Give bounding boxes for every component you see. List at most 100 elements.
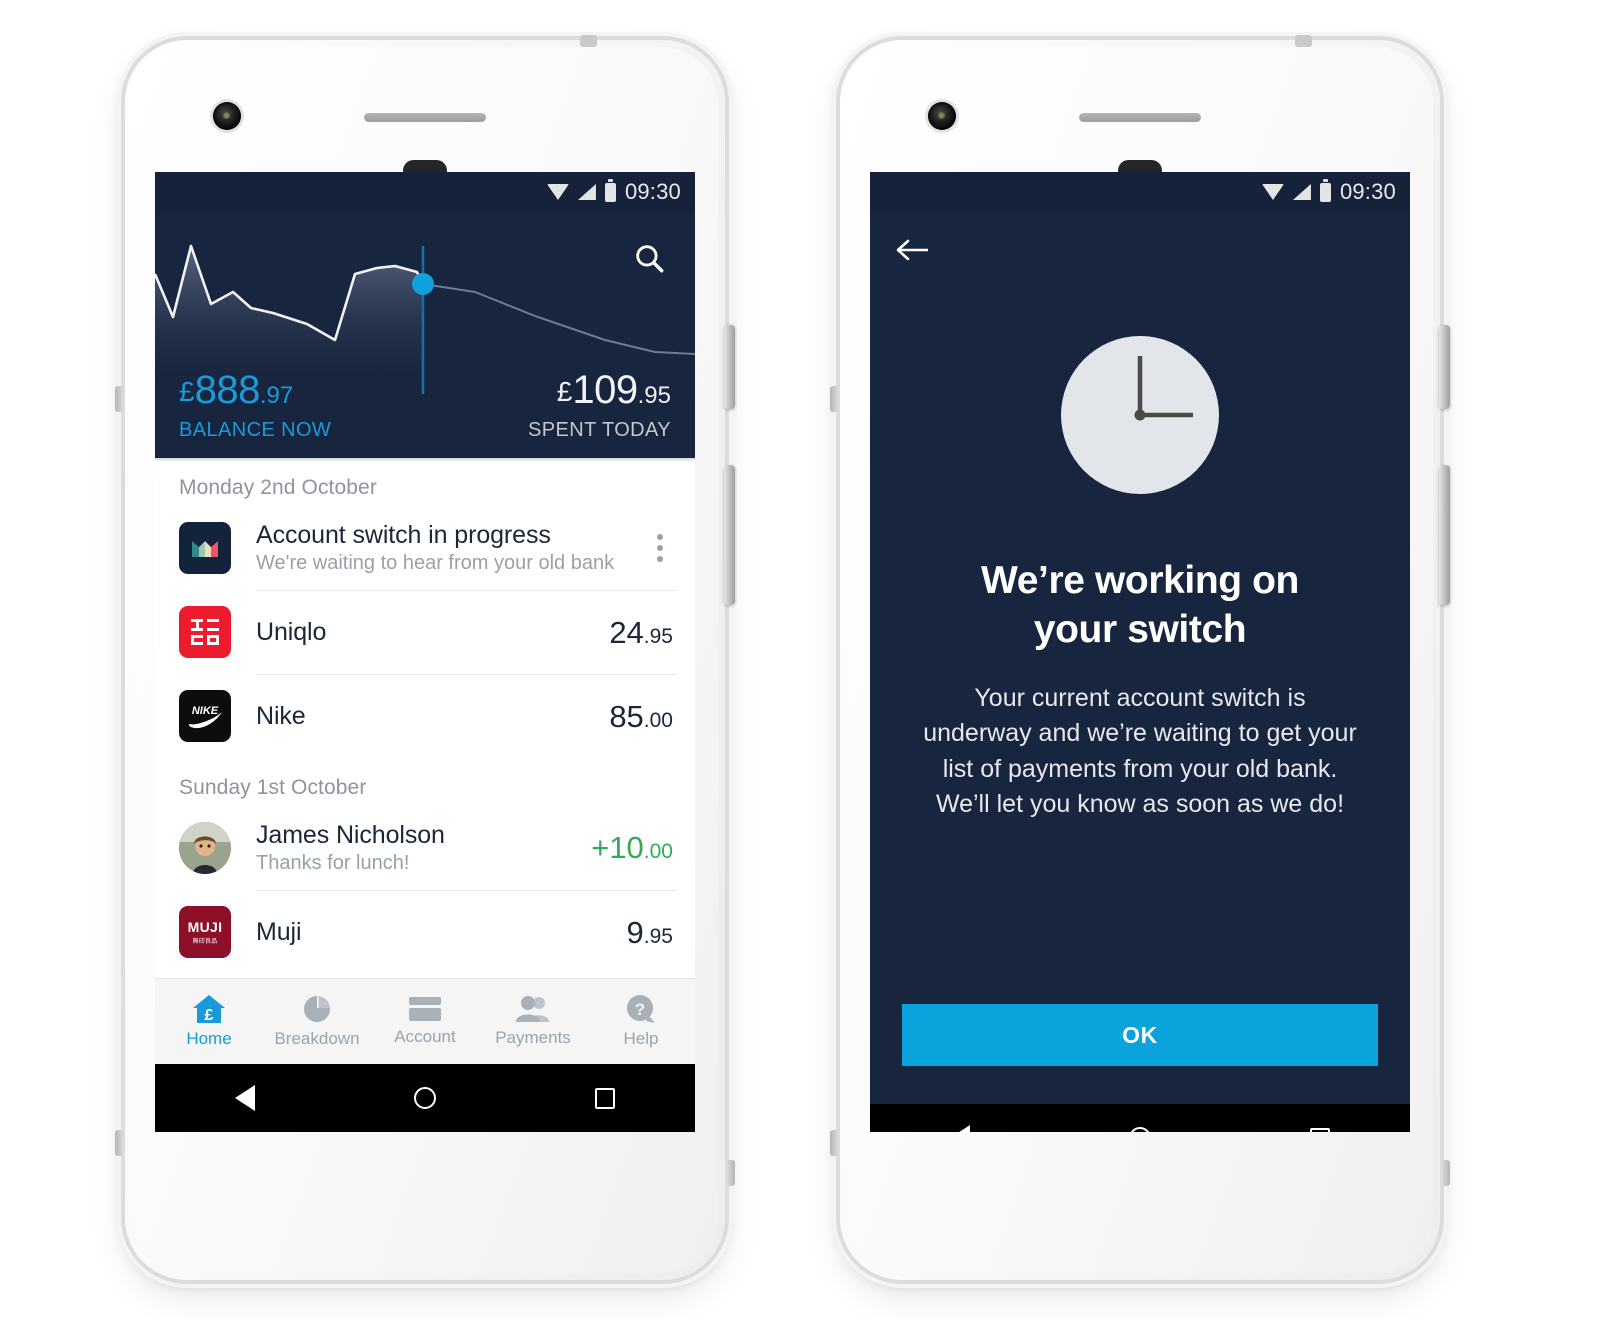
list-item-body: Muji 9.95 [256,890,677,974]
tab-help[interactable]: ? Help [587,994,695,1049]
spent-label: SPENT TODAY [528,419,671,441]
list-item[interactable]: NIKE Nike 85.00 [155,674,695,758]
svg-text:?: ? [635,1000,645,1019]
tab-payments[interactable]: Payments [479,995,587,1048]
signal-icon [1292,184,1311,200]
kebab-menu-icon[interactable] [647,526,673,570]
recents-square-icon[interactable] [1310,1127,1331,1132]
transaction-amount: 24.95 [609,615,673,651]
transaction-amount: 85.00 [609,699,673,735]
left-screen: 09:30 £888.97 BALANCE NOW £109.95 SPENT … [155,172,695,1132]
search-icon [636,245,664,273]
transaction-title: Muji [256,918,302,946]
front-camera [213,102,241,130]
power-button[interactable] [724,325,735,409]
transaction-amount: 9.95 [627,915,673,951]
tab-account[interactable]: Account [371,996,479,1047]
list-item-body: Account switch in progress We're waiting… [256,506,677,590]
home-pound-icon: £ [193,995,225,1024]
svg-text:£: £ [205,1007,214,1024]
search-button[interactable] [625,234,673,282]
ok-button[interactable]: OK [902,1004,1378,1066]
spent-minor: .95 [637,382,671,409]
list-item-body: Uniqlo 24.95 [256,590,677,674]
list-item-texts: James Nicholson Thanks for lunch! [256,821,445,875]
back-triangle-icon[interactable] [234,1085,255,1111]
status-bar-time: 09:30 [1339,179,1396,204]
screenshot-stage: 09:30 £888.97 BALANCE NOW £109.95 SPENT … [0,0,1600,1320]
pie-chart-icon [304,995,330,1022]
amount-major: 9 [626,914,644,950]
recents-square-icon[interactable] [595,1087,616,1109]
status-bar: 09:30 [870,172,1410,212]
volume-button[interactable] [1439,465,1450,605]
chart-projected-line [422,283,695,355]
tab-label: Payments [495,1028,571,1047]
tab-home[interactable]: £ Home [155,994,263,1049]
antenna-nib-left-bottom [115,1130,124,1156]
wifi-icon [546,184,569,200]
antenna-nib-right-bottom [1441,1160,1450,1186]
balance-label: BALANCE NOW [179,419,332,441]
android-nav-bar [155,1064,695,1132]
transaction-list[interactable]: Monday 2nd October Account switch in pro… [155,458,695,978]
spent-today-block: £109.95 SPENT TODAY [528,370,671,442]
antenna-nib [580,35,597,47]
list-item[interactable]: Account switch in progress We're waiting… [155,506,695,590]
antenna-nib-left-bottom [830,1130,839,1156]
monzo-logo [179,522,231,574]
transaction-amount: +10.00 [591,830,673,866]
clock-icon [1057,332,1223,503]
tab-breakdown[interactable]: Breakdown [263,994,371,1049]
status-bar: 09:30 [155,172,695,212]
transaction-title: Nike [256,702,306,730]
amount-major: +10 [591,830,644,865]
back-triangle-icon[interactable] [949,1125,970,1132]
uniqlo-logo [179,606,231,658]
page-title: We’re working on your switch [981,559,1299,651]
home-circle-icon[interactable] [413,1087,436,1109]
home-circle-icon[interactable] [1128,1127,1151,1132]
antenna-nib-left-top [115,386,124,412]
spent-currency: £ [556,376,573,407]
balance-major: 888 [194,368,261,412]
transaction-title: Uniqlo [256,618,327,646]
right-screen: 09:30 We’re working on your switch Your … [870,172,1410,1132]
amount-minor: .00 [643,840,673,863]
transaction-title: Account switch in progress [256,521,551,549]
volume-button[interactable] [724,465,735,605]
front-camera [928,102,956,130]
amount-minor: .00 [643,708,673,732]
switch-status-content: We’re working on your switch Your curren… [870,288,1410,1104]
muji-logo: MUJI 無印良品 [179,906,231,958]
list-item[interactable]: James Nicholson Thanks for lunch! +10.00 [155,806,695,890]
phone-left: 09:30 £888.97 BALANCE NOW £109.95 SPENT … [115,35,735,1280]
antenna-nib-left-top [830,386,839,412]
tab-label: Breakdown [274,1029,360,1048]
earpiece-speaker [364,113,486,122]
amount-major: 85 [609,698,644,734]
signal-icon [577,184,596,200]
spent-major: 109 [572,368,638,412]
amount-summary: £888.97 BALANCE NOW £109.95 SPENT TODAY [155,366,695,458]
list-item[interactable]: Uniqlo 24.95 [155,590,695,674]
bottom-tab-bar: £ Home Breakdown Account Payments ? Help [155,978,695,1064]
back-arrow-icon[interactable] [894,236,930,264]
transaction-title: James Nicholson [256,821,445,849]
list-item[interactable]: MUJI 無印良品 Muji 9.95 [155,890,695,974]
phone-right: 09:30 We’re working on your switch Your … [830,35,1450,1280]
battery-icon [604,178,616,202]
transaction-subtitle: Thanks for lunch! [256,852,410,874]
chart-today-marker [412,273,434,295]
tab-label: Home [186,1029,232,1048]
status-bar-time: 09:30 [624,179,681,204]
nike-logo: NIKE [179,690,231,742]
balance-minor: .97 [259,382,294,409]
avatar [179,822,231,874]
amount-minor: .95 [643,924,673,948]
power-button[interactable] [1439,325,1450,409]
question-bubble-icon: ? [627,995,655,1023]
app-bar [870,212,1410,288]
transaction-date-header: Sunday 1st October [179,776,367,799]
amount-minor: .95 [643,624,673,648]
